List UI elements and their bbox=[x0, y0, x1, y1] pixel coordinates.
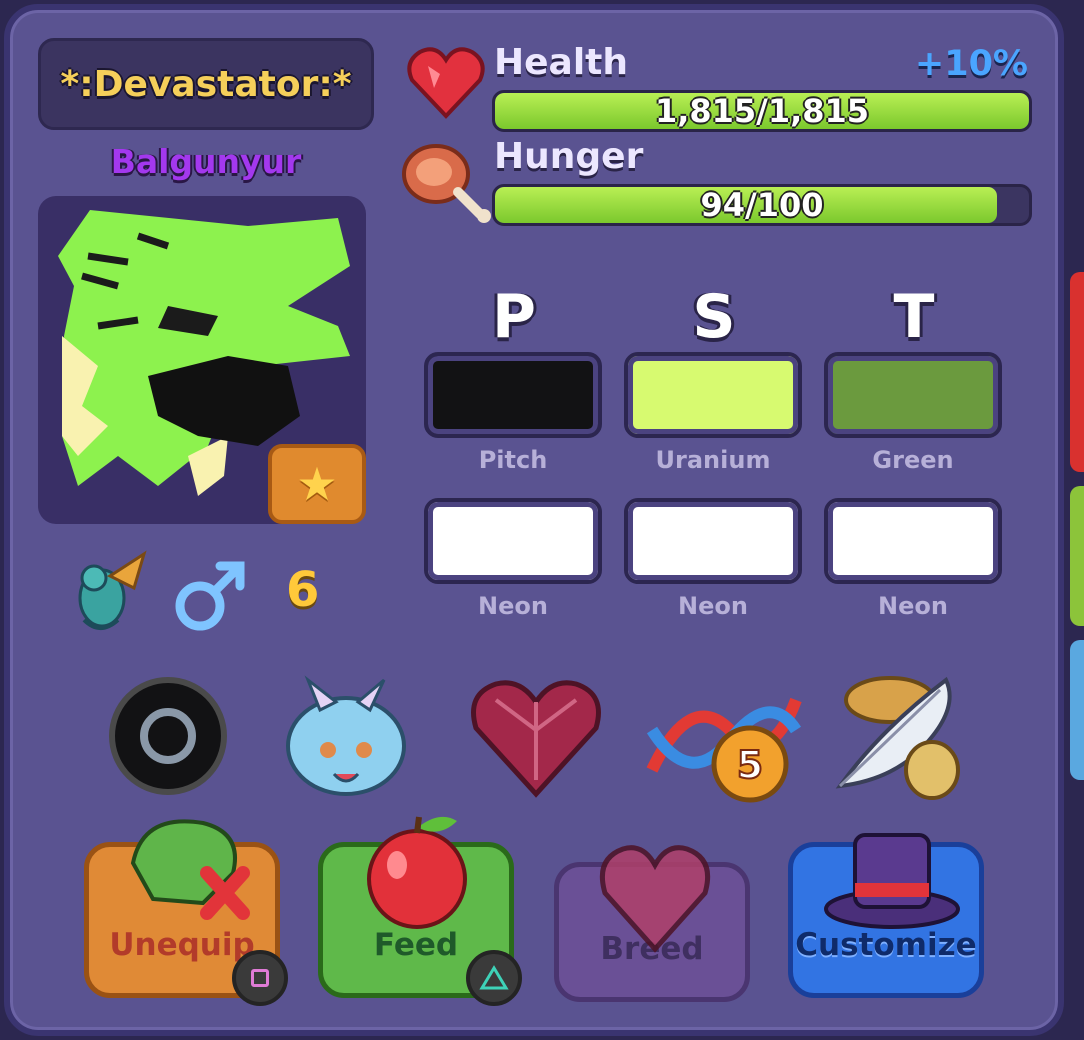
primary-skin-name: Neon bbox=[478, 592, 548, 620]
breed-button[interactable]: Breed bbox=[554, 845, 750, 1002]
male-gender-icon bbox=[175, 561, 245, 631]
feather-quill-icon[interactable] bbox=[835, 676, 960, 800]
tertiary-skin-swatch[interactable] bbox=[824, 498, 1002, 584]
eye-orb-icon[interactable] bbox=[109, 677, 227, 795]
heart-gem-icon bbox=[599, 845, 711, 953]
dragon-species-icon bbox=[78, 550, 147, 630]
dragon-name: Balgunyur bbox=[110, 142, 302, 181]
primary-skin-swatch[interactable] bbox=[424, 498, 602, 584]
health-value: 1,815/1,815 bbox=[654, 92, 870, 130]
ability-icon-row: 5 bbox=[100, 670, 980, 810]
apple-icon bbox=[367, 816, 467, 929]
star-icon: ★ bbox=[296, 457, 338, 511]
top-hat-icon bbox=[824, 833, 960, 929]
health-heart-icon bbox=[407, 47, 485, 119]
hunger-bar: 94/100 bbox=[492, 184, 1032, 226]
tertiary-color-name: Green bbox=[872, 446, 954, 474]
side-tab-green[interactable] bbox=[1070, 486, 1084, 626]
unequip-label: Unequip bbox=[109, 927, 255, 963]
secondary-color-name: Uranium bbox=[655, 446, 771, 474]
feed-label: Feed bbox=[373, 927, 459, 963]
primary-color-header: P bbox=[492, 282, 536, 352]
primary-color-swatch[interactable] bbox=[424, 352, 602, 438]
dragon-level: 6 bbox=[286, 562, 320, 618]
health-bar: 1,815/1,815 bbox=[492, 90, 1032, 132]
customize-button[interactable]: Customize bbox=[788, 833, 984, 998]
tertiary-color-swatch[interactable] bbox=[824, 352, 1002, 438]
health-label: Health bbox=[494, 42, 629, 83]
hunger-meat-icon bbox=[402, 144, 491, 223]
triangle-button-hint bbox=[466, 950, 522, 1006]
hunger-value: 94/100 bbox=[700, 186, 824, 224]
side-tab-blue[interactable] bbox=[1070, 640, 1084, 780]
secondary-color-swatch[interactable] bbox=[624, 352, 802, 438]
square-button-hint bbox=[232, 950, 288, 1006]
tertiary-skin-name: Neon bbox=[878, 592, 948, 620]
side-tab-red[interactable] bbox=[1070, 272, 1084, 472]
tertiary-color-header: T bbox=[893, 282, 935, 352]
dna-helix-icon[interactable]: 5 bbox=[646, 697, 802, 803]
hunger-label: Hunger bbox=[494, 136, 644, 177]
health-bonus: +10% bbox=[914, 44, 1028, 84]
primary-color-name: Pitch bbox=[478, 446, 548, 474]
favorite-star-button[interactable]: ★ bbox=[268, 444, 366, 524]
unequip-dragon-icon bbox=[130, 819, 250, 920]
dragon-title: *:Devastator:* bbox=[38, 38, 374, 130]
secondary-skin-name: Neon bbox=[678, 592, 748, 620]
dna-count: 5 bbox=[737, 743, 763, 787]
secondary-color-header: S bbox=[692, 282, 736, 352]
baby-dragon-head-icon[interactable] bbox=[286, 675, 406, 796]
crimson-heart-gem-icon[interactable] bbox=[471, 680, 601, 798]
secondary-skin-swatch[interactable] bbox=[624, 498, 802, 584]
